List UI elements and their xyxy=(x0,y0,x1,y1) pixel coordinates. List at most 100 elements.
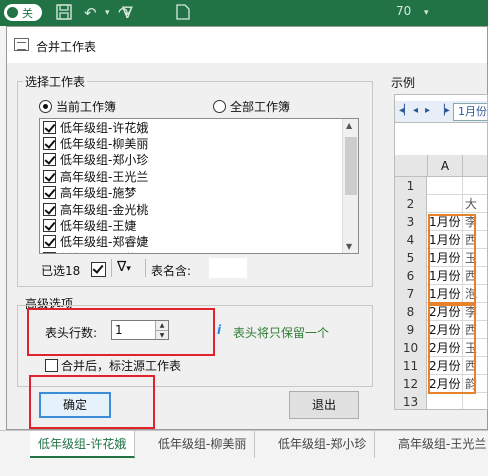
ok-button[interactable]: 确定 xyxy=(39,392,111,418)
select-all-checkbox[interactable] xyxy=(91,262,106,277)
toggle-label: 关 xyxy=(22,7,33,20)
zoom-dropdown-icon[interactable]: ▾ xyxy=(424,4,429,22)
cell-a xyxy=(427,195,463,213)
cancel-button[interactable]: 退出 xyxy=(289,391,359,419)
autosave-toggle[interactable]: 关 xyxy=(4,4,42,21)
preview-sheet-tab: 1月份 xyxy=(453,103,487,121)
undo-dropdown-icon[interactable]: ▾ xyxy=(105,4,110,22)
header-rows-stepper[interactable]: 1 ▲ ▼ xyxy=(111,320,169,340)
sheet-tab-3[interactable]: 低年级组-郑小珍 xyxy=(270,431,376,458)
stepper-down-icon[interactable]: ▼ xyxy=(155,330,168,339)
sheet-checkbox[interactable] xyxy=(43,186,56,200)
prev-sheet-icon: ◂ xyxy=(413,105,419,116)
row-header: 10 xyxy=(395,339,427,357)
save-icon[interactable] xyxy=(56,4,72,22)
row-header: 11 xyxy=(395,357,427,375)
sheet-checkbox[interactable] xyxy=(43,202,56,216)
preview-row: 2大 xyxy=(395,195,487,213)
sheet-checkbox[interactable] xyxy=(43,169,56,183)
info-icon: i xyxy=(217,323,222,337)
sheet-list-item[interactable]: 高年级组-王光兰 xyxy=(40,168,358,184)
cell-b: 大 xyxy=(465,197,478,211)
example-preview: ◂▏ ◂ ▸ ▕▸ 1月份 A 1 2 大 3 1月份李 4 1月份西 5 1月份玉 6 1月份西 7… xyxy=(394,94,488,410)
sheet-checkbox[interactable] xyxy=(43,235,56,249)
radio-all-label: 全部工作簿 xyxy=(230,100,291,114)
dialog-title-bar: 合并工作表 xyxy=(7,27,487,63)
header-rows-label: 表头行数: xyxy=(45,326,98,340)
mark-source-checkbox[interactable] xyxy=(45,359,58,372)
sheet-checkbox[interactable] xyxy=(43,219,56,233)
sheet-tab-4[interactable]: 高年级组-王光兰 xyxy=(390,431,488,458)
sheet-list-scrollbar[interactable]: ▲ ▼ xyxy=(342,119,358,253)
last-sheet-icon: ▕▸ xyxy=(437,105,450,116)
row-header: 9 xyxy=(395,321,427,339)
mark-source-option[interactable]: 合并后，标注源工作表 xyxy=(45,357,181,374)
row-header: 6 xyxy=(395,267,427,285)
sheet-list-item[interactable]: 高年级组-施梦 xyxy=(40,185,358,201)
filter-icon[interactable]: ∇ xyxy=(122,4,133,22)
row-header: 7 xyxy=(395,285,427,303)
filter-funnel-icon[interactable]: ∇▾ xyxy=(117,259,131,275)
sheet-list-item[interactable]: 高年级组-金光桃 xyxy=(40,201,358,217)
sheet-name: 低年级组-郑睿婕 xyxy=(60,235,149,250)
stepper-up-icon[interactable]: ▲ xyxy=(155,321,168,330)
radio-dot xyxy=(39,100,52,113)
sheet-list-item[interactable]: 低年级组-许花娥 xyxy=(40,119,358,135)
sheet-name: 高年级组-金光桃 xyxy=(60,202,149,217)
sheet-name: 高年级组-施梦 xyxy=(60,186,137,201)
sheet-tab-1[interactable]: 低年级组-许花娥 xyxy=(30,431,136,458)
preview-column-header: A xyxy=(395,155,487,177)
sheet-checkbox[interactable] xyxy=(43,153,56,167)
dialog-title: 合并工作表 xyxy=(36,40,97,54)
divider xyxy=(145,259,146,277)
sheet-name: 低年级组-周芳 xyxy=(60,250,136,253)
preview-row: 13 xyxy=(395,393,487,409)
row-header: 12 xyxy=(395,375,427,393)
toggle-knob xyxy=(7,7,18,18)
sheet-name: 高年级组-王光兰 xyxy=(60,169,149,184)
sheet-checkbox[interactable] xyxy=(43,137,56,151)
cell-a xyxy=(427,177,463,195)
sheet-name-filter-input[interactable] xyxy=(209,258,247,278)
preview-row: 1 xyxy=(395,177,487,195)
cell-b xyxy=(463,393,487,409)
mark-source-label: 合并后，标注源工作表 xyxy=(61,359,182,373)
radio-dot xyxy=(213,100,226,113)
row-header: 1 xyxy=(395,177,427,195)
row-header: 13 xyxy=(395,393,427,409)
highlight-january-rows xyxy=(428,214,476,304)
sheet-checkbox[interactable] xyxy=(43,251,56,253)
scroll-up-icon[interactable]: ▲ xyxy=(346,121,352,130)
next-sheet-icon: ▸ xyxy=(425,105,431,116)
sheet-list-item[interactable]: 低年级组-郑睿婕 xyxy=(40,234,358,250)
radio-all-workbooks[interactable]: 全部工作簿 xyxy=(213,98,290,115)
sheet-list-item[interactable]: 低年级组-柳美丽 xyxy=(40,135,358,151)
divider xyxy=(111,259,112,277)
sheet-list[interactable]: 低年级组-许花娥 低年级组-柳美丽 低年级组-郑小珍 高年级组-王光兰 高年级组-施梦高… xyxy=(39,118,359,254)
selected-count: 已选18 xyxy=(41,264,81,278)
select-sheets-label: 选择工作表 xyxy=(23,73,88,90)
scroll-thumb[interactable] xyxy=(345,137,357,195)
row-header: 2 xyxy=(395,195,427,213)
status-bar xyxy=(0,458,488,476)
preview-sheet-tabs: ◂▏ ◂ ▸ ▕▸ 1月份 xyxy=(395,101,487,123)
column-a-header: A xyxy=(427,155,463,177)
sheet-list-item[interactable]: 低年级组-郑小珍 xyxy=(40,152,358,168)
sheet-list-item[interactable]: 低年级组-王婕 xyxy=(40,217,358,233)
scroll-down-icon[interactable]: ▼ xyxy=(346,242,352,251)
undo-icon[interactable]: ↶ xyxy=(84,4,97,22)
excel-title-bar: 关 ↶ ▾ ↷ ∇ 70 ▾ xyxy=(0,0,488,26)
zoom-level: 70 xyxy=(396,4,412,18)
sheet-name: 低年级组-许花娥 xyxy=(60,120,149,135)
row-header: 3 xyxy=(395,213,427,231)
sheet-name: 低年级组-柳美丽 xyxy=(60,137,149,152)
sheet-tab-2[interactable]: 低年级组-柳美丽 xyxy=(150,431,256,458)
cell-a xyxy=(427,393,463,409)
new-file-icon[interactable] xyxy=(176,4,190,22)
dialog-icon xyxy=(14,38,29,51)
sheet-list-item[interactable]: 低年级组-周芳 xyxy=(40,250,358,253)
radio-current-workbook[interactable]: 当前工作簿 xyxy=(39,98,116,115)
sheet-checkbox[interactable] xyxy=(43,120,56,134)
row-header: 8 xyxy=(395,303,427,321)
sheet-name: 低年级组-郑小珍 xyxy=(60,153,149,168)
